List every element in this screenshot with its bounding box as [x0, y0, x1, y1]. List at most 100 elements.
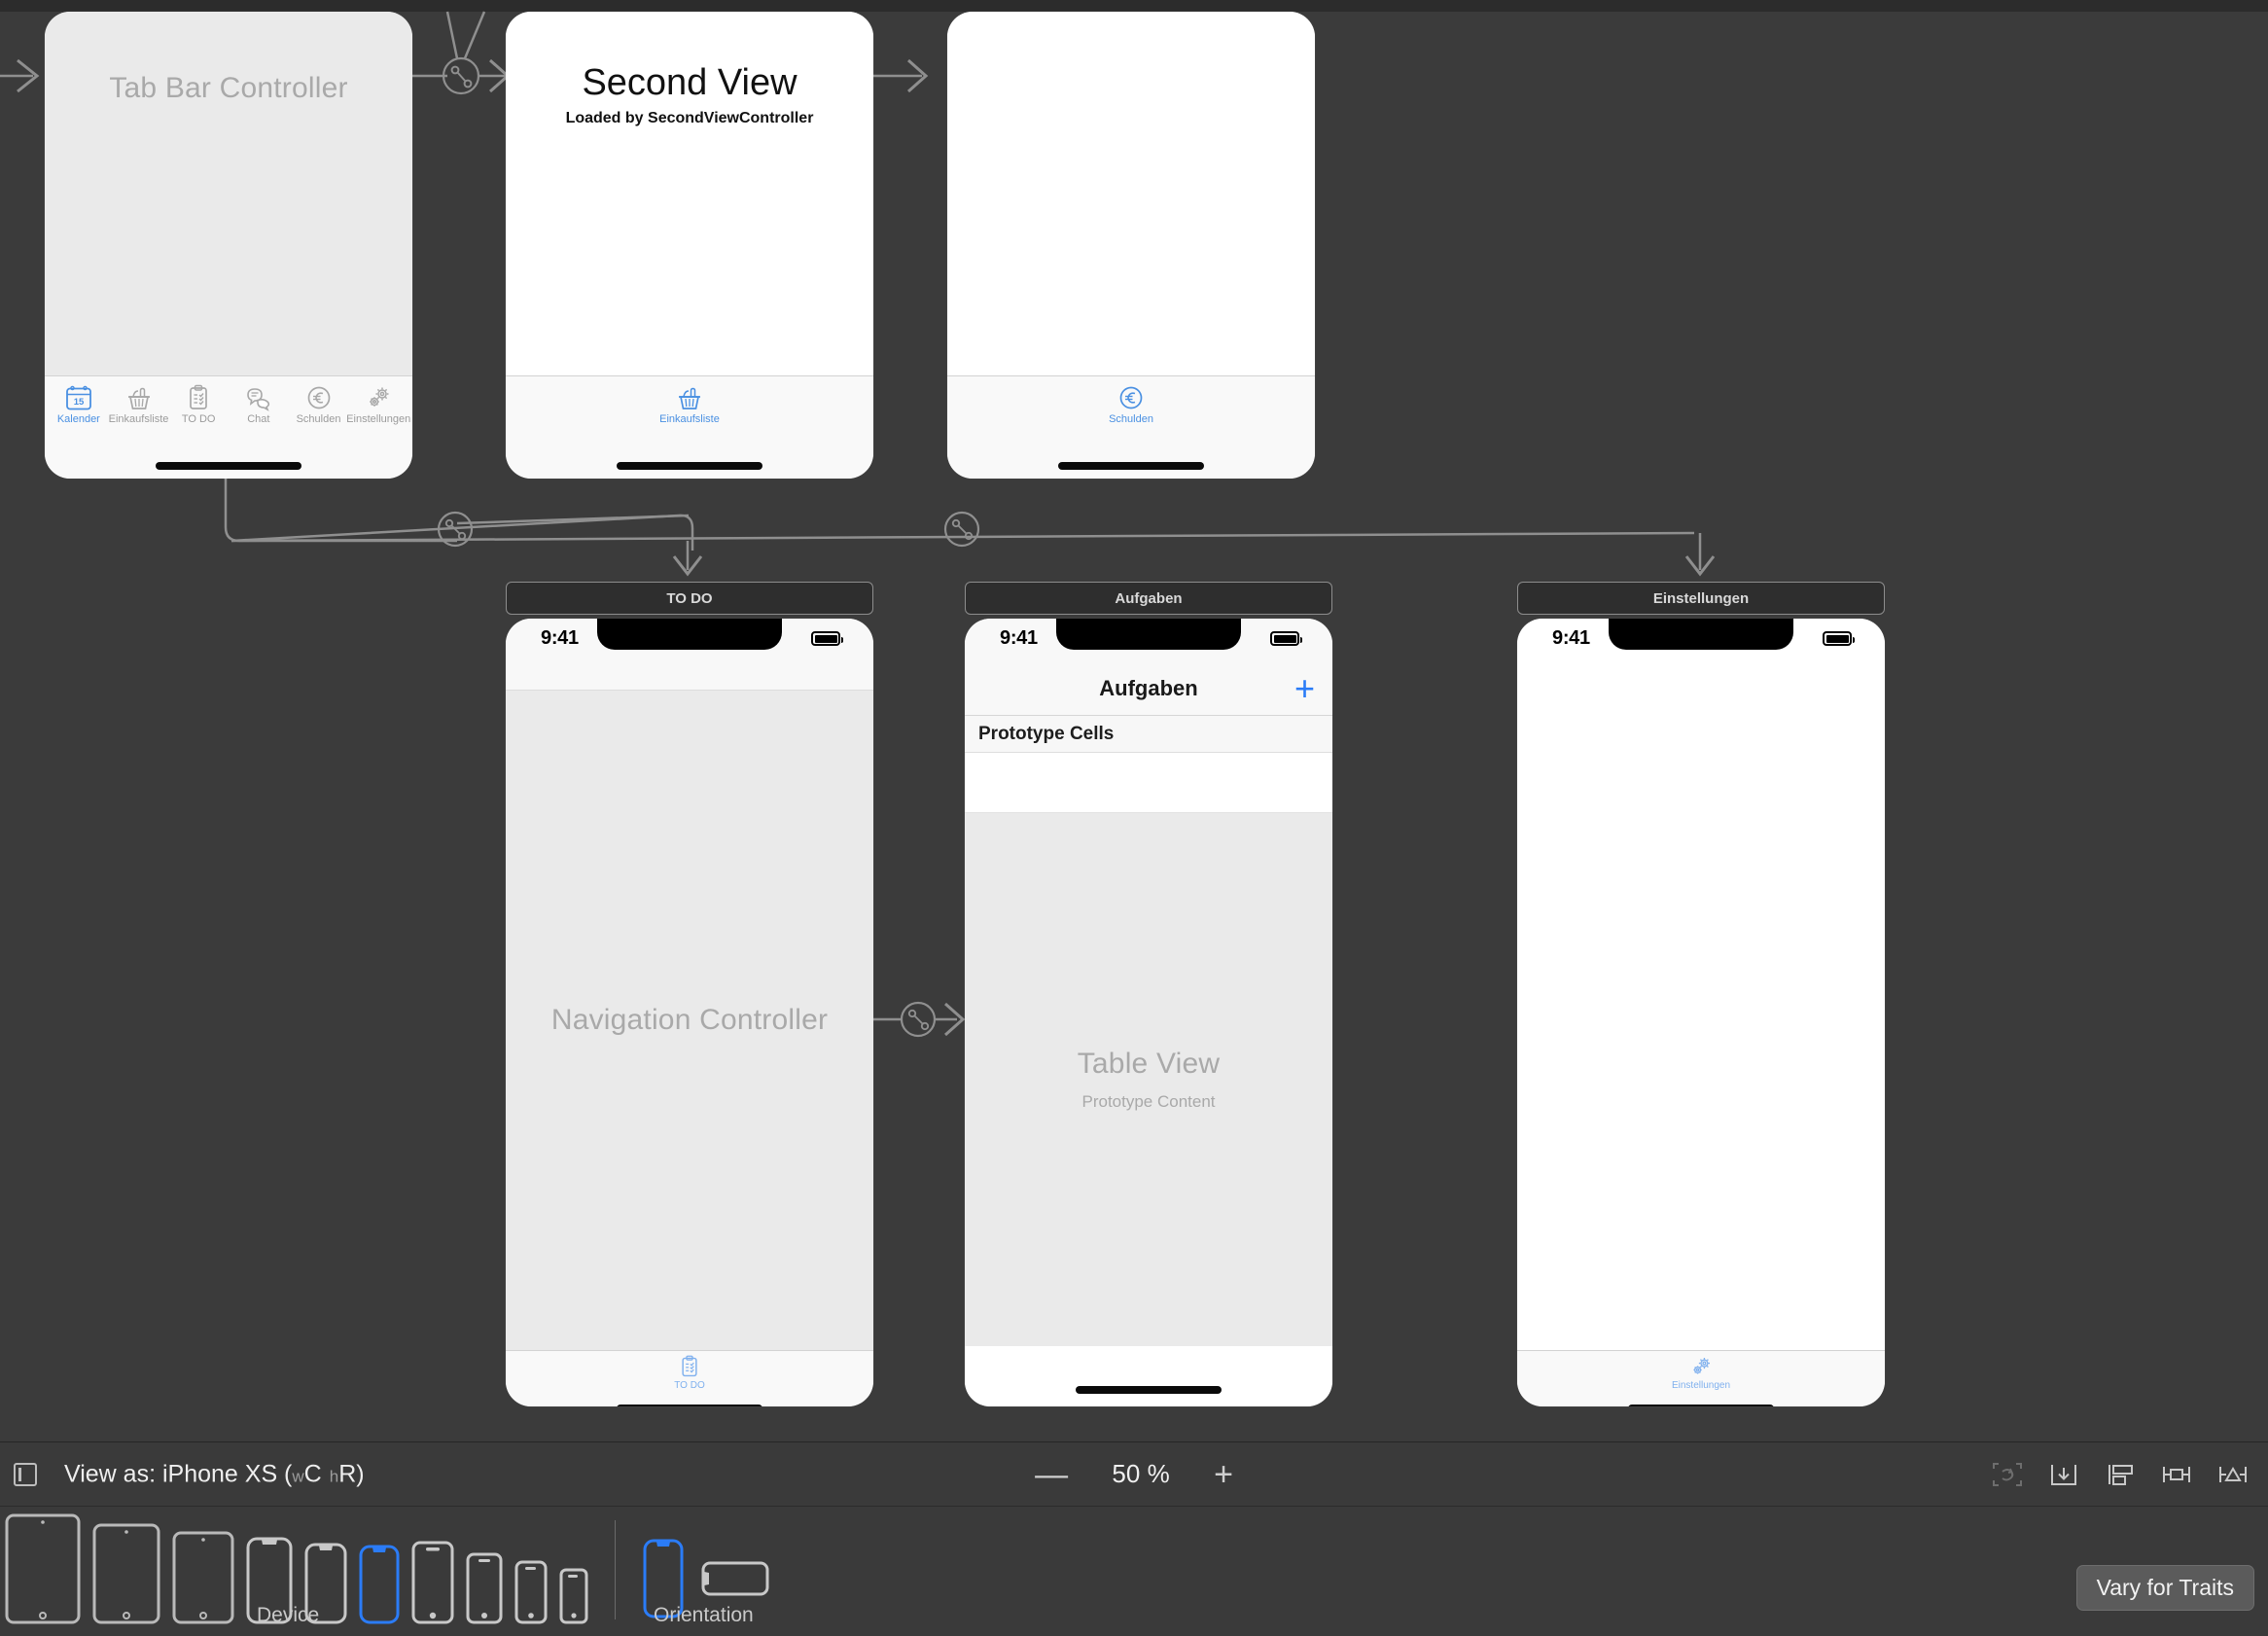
status-bar-aufgaben: 9:41	[965, 619, 1332, 661]
update-frames-icon[interactable]	[1986, 1458, 2029, 1491]
canvas-toolbar: View as: iPhone XS (wC hR) — 50 % +	[0, 1442, 2268, 1507]
second-view-title: Second View	[582, 62, 797, 103]
navctrl-tab-bar[interactable]: TO DO	[506, 1350, 873, 1406]
status-bar-navctrl: 9:41	[506, 619, 873, 661]
home-indicator	[617, 1405, 762, 1406]
device-strip: Device Orientation Vary for Traits	[0, 1507, 2268, 1636]
scene-title-aufgaben: Aufgaben	[1115, 589, 1183, 607]
view-as-height-class: R)	[338, 1460, 365, 1487]
tab-item-einstellungen-label: Einstellungen	[1671, 1380, 1731, 1391]
tab-item-einkaufsliste[interactable]: Einkaufsliste	[108, 384, 169, 425]
table-footer-area	[965, 1346, 1332, 1406]
embed-in-icon[interactable]	[2042, 1458, 2085, 1491]
tab-item-schulden-selected[interactable]: Schulden	[1109, 384, 1153, 425]
view-as-label[interactable]: View as: iPhone XS (wC hR)	[64, 1460, 365, 1488]
scene-title-bar-todo[interactable]: TO DO	[506, 582, 873, 615]
add-button[interactable]: +	[1294, 670, 1315, 705]
scene-einstellungen-view[interactable]: 9:41 Einstellungen	[1517, 619, 1885, 1406]
zoom-controls[interactable]: — 50 % +	[1035, 1458, 1233, 1491]
battery-icon	[1270, 631, 1302, 646]
scene-title-einstellungen: Einstellungen	[1652, 589, 1750, 607]
scene-title-bar-aufgaben[interactable]: Aufgaben	[965, 582, 1332, 615]
orientation-landscape[interactable]	[700, 1557, 770, 1605]
tab-item-einkaufsliste-label: Einkaufsliste	[108, 413, 169, 425]
device-iphone-4s[interactable]	[558, 1567, 589, 1625]
storyboard-canvas[interactable]: Tab Bar Controller 15 Kalender Einkaufsl…	[0, 0, 2268, 1441]
tab-bar-controller-placeholder-title: Tab Bar Controller	[109, 72, 348, 104]
einstellungen-tab-bar[interactable]: Einstellungen	[1517, 1350, 1885, 1406]
schulden-view-body	[947, 12, 1315, 375]
scene-tab-bar-controller[interactable]: Tab Bar Controller 15 Kalender Einkaufsl…	[45, 12, 412, 479]
clipboard-icon	[682, 1355, 697, 1377]
home-indicator-area-3	[947, 453, 1315, 479]
orientation-group-label: Orientation	[654, 1604, 754, 1626]
scene-aufgaben-table[interactable]: 9:41 Aufgaben + Prototype Cells Table Vi…	[965, 619, 1332, 1406]
home-indicator	[1076, 1386, 1222, 1394]
tab-bar[interactable]: 15 Kalender Einkaufsliste TO DO Chat Sch…	[45, 375, 412, 453]
align-icon[interactable]	[2099, 1458, 2142, 1491]
device-iphone-se[interactable]	[514, 1559, 549, 1625]
device-iphone-xs[interactable]	[358, 1544, 401, 1625]
navigation-bar-aufgaben[interactable]: Aufgaben +	[965, 661, 1332, 716]
battery-icon	[1823, 631, 1855, 646]
view-as-prefix: View as: iPhone XS (	[64, 1460, 293, 1487]
resolve-issues-icon[interactable]	[2212, 1458, 2254, 1491]
device-iphone-8[interactable]	[465, 1551, 504, 1625]
device-ipad-mini[interactable]	[171, 1530, 235, 1625]
tab-item-einstellungen-selected[interactable]: Einstellungen	[1672, 1355, 1730, 1392]
tab-item-todo-selected[interactable]: TO DO	[674, 1355, 705, 1392]
table-view-title: Table View	[1077, 1048, 1221, 1080]
nav-title-aufgaben: Aufgaben	[1099, 675, 1198, 700]
device-ipad-pro-105[interactable]	[91, 1522, 161, 1625]
chat-icon	[247, 388, 269, 411]
vary-for-traits-button[interactable]: Vary for Traits	[2075, 1565, 2254, 1611]
gears-icon	[1693, 1358, 1710, 1374]
calendar-icon: 15	[65, 385, 91, 410]
tab-bar-controller-body: Tab Bar Controller	[45, 12, 412, 375]
device-iphone-8-plus[interactable]	[410, 1540, 455, 1625]
home-indicator	[156, 462, 301, 470]
tab-item-einkaufsliste-selected[interactable]: Einkaufsliste	[659, 384, 720, 425]
prototype-cell[interactable]	[965, 753, 1332, 813]
scene-second-view[interactable]: Second View Loaded by SecondViewControll…	[506, 12, 873, 479]
table-view-area[interactable]: Table View Prototype Content	[965, 813, 1332, 1346]
notch	[1609, 619, 1793, 650]
status-time: 9:41	[541, 627, 579, 649]
tab-item-kalender[interactable]: 15 Kalender	[49, 384, 109, 425]
device-group-label: Device	[257, 1604, 320, 1626]
view-as-height-class-prefix: h	[329, 1467, 339, 1485]
view-as-width-class-prefix: w	[292, 1467, 304, 1485]
navigation-controller-body: Navigation Controller	[506, 691, 873, 1350]
zoom-value: 50 %	[1112, 1459, 1170, 1488]
notch	[1056, 619, 1241, 650]
einstellungen-body	[1517, 661, 1885, 1350]
prototype-cells-header: Prototype Cells	[965, 716, 1332, 753]
canvas-top-strip	[0, 0, 2268, 12]
second-view-subtitle: Loaded by SecondViewController	[565, 110, 814, 126]
scene-schulden-view[interactable]: Schulden	[947, 12, 1315, 479]
view-as-panel-icon[interactable]	[14, 1462, 37, 1486]
svg-text:15: 15	[74, 397, 85, 408]
gears-icon	[370, 387, 389, 407]
tab-item-todo-label: TO DO	[674, 1380, 705, 1391]
table-view-subtitle: Prototype Content	[1081, 1092, 1216, 1111]
zoom-in-button[interactable]: +	[1214, 1458, 1233, 1491]
basket-icon	[678, 387, 700, 409]
tab-item-todo[interactable]: TO DO	[168, 384, 229, 425]
tab-item-chat-label: Chat	[247, 413, 270, 425]
second-view-tab-bar[interactable]: Einkaufsliste	[506, 375, 873, 453]
scene-navigation-controller[interactable]: 9:41 Navigation Controller TO DO	[506, 619, 873, 1406]
tab-item-einstellungen[interactable]: Einstellungen	[346, 384, 410, 425]
euro-icon	[1119, 386, 1143, 409]
zoom-out-button[interactable]: —	[1035, 1458, 1068, 1491]
scene-title-bar-einstellungen[interactable]: Einstellungen	[1517, 582, 1885, 615]
tab-item-schulden[interactable]: Schulden	[289, 384, 349, 425]
device-ipad-pro-129[interactable]	[4, 1512, 82, 1625]
view-as-width-class: C	[303, 1460, 322, 1487]
home-indicator-area-1	[45, 453, 412, 479]
tab-item-chat[interactable]: Chat	[229, 384, 289, 425]
status-time: 9:41	[1000, 627, 1038, 649]
schulden-tab-bar[interactable]: Schulden	[947, 375, 1315, 453]
add-constraints-icon[interactable]	[2155, 1458, 2198, 1491]
tab-item-todo-label: TO DO	[181, 413, 216, 425]
